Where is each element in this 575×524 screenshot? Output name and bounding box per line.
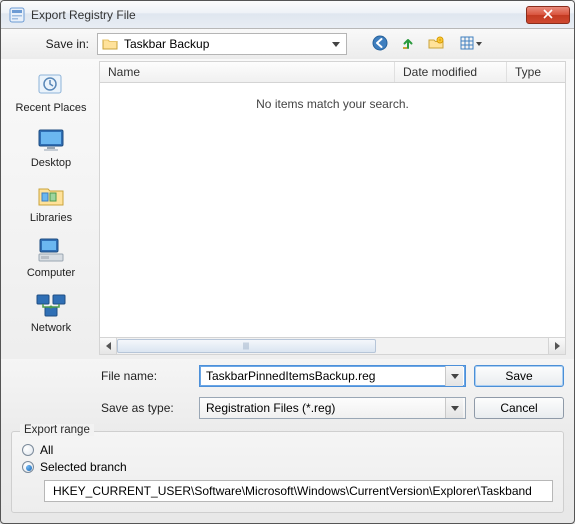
savetype-combo[interactable]: Registration Files (*.reg)	[199, 397, 466, 419]
sidebar-item-desktop[interactable]: Desktop	[7, 120, 95, 171]
sidebar-item-label: Libraries	[30, 212, 72, 224]
close-button[interactable]	[526, 6, 570, 24]
app-icon	[9, 7, 25, 23]
new-folder-icon	[428, 35, 444, 54]
scroll-thumb[interactable]	[117, 339, 376, 353]
back-button[interactable]	[369, 33, 391, 55]
libraries-icon	[33, 179, 69, 211]
filename-combo[interactable]	[199, 365, 466, 387]
close-icon	[543, 8, 553, 22]
sidebar-item-label: Computer	[27, 267, 75, 279]
filename-label: File name:	[101, 369, 191, 383]
sidebar-item-label: Desktop	[31, 157, 71, 169]
savein-dropdown-arrow[interactable]	[328, 42, 344, 47]
export-registry-dialog: Export Registry File Save in: Taskbar Ba…	[0, 0, 575, 524]
main-area: Recent Places Desktop Libraries Computer	[1, 59, 574, 359]
savetype-label: Save as type:	[101, 401, 191, 415]
radio-all-label: All	[40, 443, 53, 457]
branch-path-input[interactable]	[51, 483, 546, 499]
chevron-down-icon	[451, 406, 459, 411]
folder-icon	[102, 36, 118, 52]
up-one-level-button[interactable]	[397, 33, 419, 55]
savein-toolbar: Save in: Taskbar Backup	[1, 29, 574, 59]
radio-all[interactable]: All	[22, 443, 553, 457]
radio-selected-branch[interactable]: Selected branch	[22, 460, 553, 474]
savetype-dropdown-button[interactable]	[445, 398, 463, 418]
column-header-date[interactable]: Date modified	[395, 62, 507, 82]
export-range-legend: Export range	[20, 424, 94, 436]
savein-value: Taskbar Backup	[124, 37, 328, 51]
chevron-down-icon	[332, 42, 340, 47]
file-list-pane: Name Date modified Type No items match y…	[99, 61, 566, 355]
sidebar-item-recent[interactable]: Recent Places	[7, 65, 95, 116]
sidebar-item-libraries[interactable]: Libraries	[7, 175, 95, 226]
savein-label: Save in:	[11, 37, 97, 51]
view-menu-button[interactable]	[453, 33, 483, 55]
cancel-button[interactable]: Cancel	[474, 397, 564, 419]
network-icon	[33, 289, 69, 321]
column-header-type[interactable]: Type	[507, 62, 565, 82]
back-icon	[372, 35, 388, 54]
new-folder-button[interactable]	[425, 33, 447, 55]
view-menu-icon	[460, 35, 476, 54]
chevron-down-icon	[476, 42, 482, 46]
chevron-down-icon	[451, 374, 459, 379]
radio-icon	[22, 444, 34, 456]
scroll-right-button[interactable]	[548, 338, 565, 354]
triangle-right-icon	[555, 342, 560, 350]
titlebar: Export Registry File	[1, 1, 574, 29]
sidebar-item-label: Network	[31, 322, 71, 334]
empty-list-message: No items match your search.	[100, 83, 565, 111]
list-header: Name Date modified Type	[99, 61, 566, 83]
file-fields-area: File name: Save Save as type: Registrati…	[1, 359, 574, 429]
sidebar-item-network[interactable]: Network	[7, 285, 95, 336]
column-header-name[interactable]: Name	[100, 62, 395, 82]
up-arrow-icon	[400, 35, 416, 54]
branch-path-field[interactable]	[44, 480, 553, 502]
places-sidebar: Recent Places Desktop Libraries Computer	[3, 61, 99, 355]
scroll-track[interactable]	[117, 338, 548, 354]
window-title: Export Registry File	[31, 8, 526, 22]
save-button[interactable]: Save	[474, 365, 564, 387]
savetype-value: Registration Files (*.reg)	[206, 401, 445, 415]
desktop-icon	[33, 124, 69, 156]
horizontal-scrollbar[interactable]	[99, 338, 566, 355]
file-list-body[interactable]: No items match your search.	[99, 83, 566, 338]
toolbar-buttons	[369, 33, 483, 55]
computer-icon	[33, 234, 69, 266]
recent-places-icon	[33, 69, 69, 101]
sidebar-item-label: Recent Places	[16, 102, 87, 114]
filename-input[interactable]	[206, 369, 445, 383]
export-range-group: Export range All Selected branch	[11, 431, 564, 513]
savein-combo[interactable]: Taskbar Backup	[97, 33, 347, 55]
sidebar-item-computer[interactable]: Computer	[7, 230, 95, 281]
scroll-left-button[interactable]	[100, 338, 117, 354]
filename-dropdown-button[interactable]	[445, 366, 463, 386]
radio-icon	[22, 461, 34, 473]
triangle-left-icon	[106, 342, 111, 350]
radio-selected-label: Selected branch	[40, 460, 127, 474]
